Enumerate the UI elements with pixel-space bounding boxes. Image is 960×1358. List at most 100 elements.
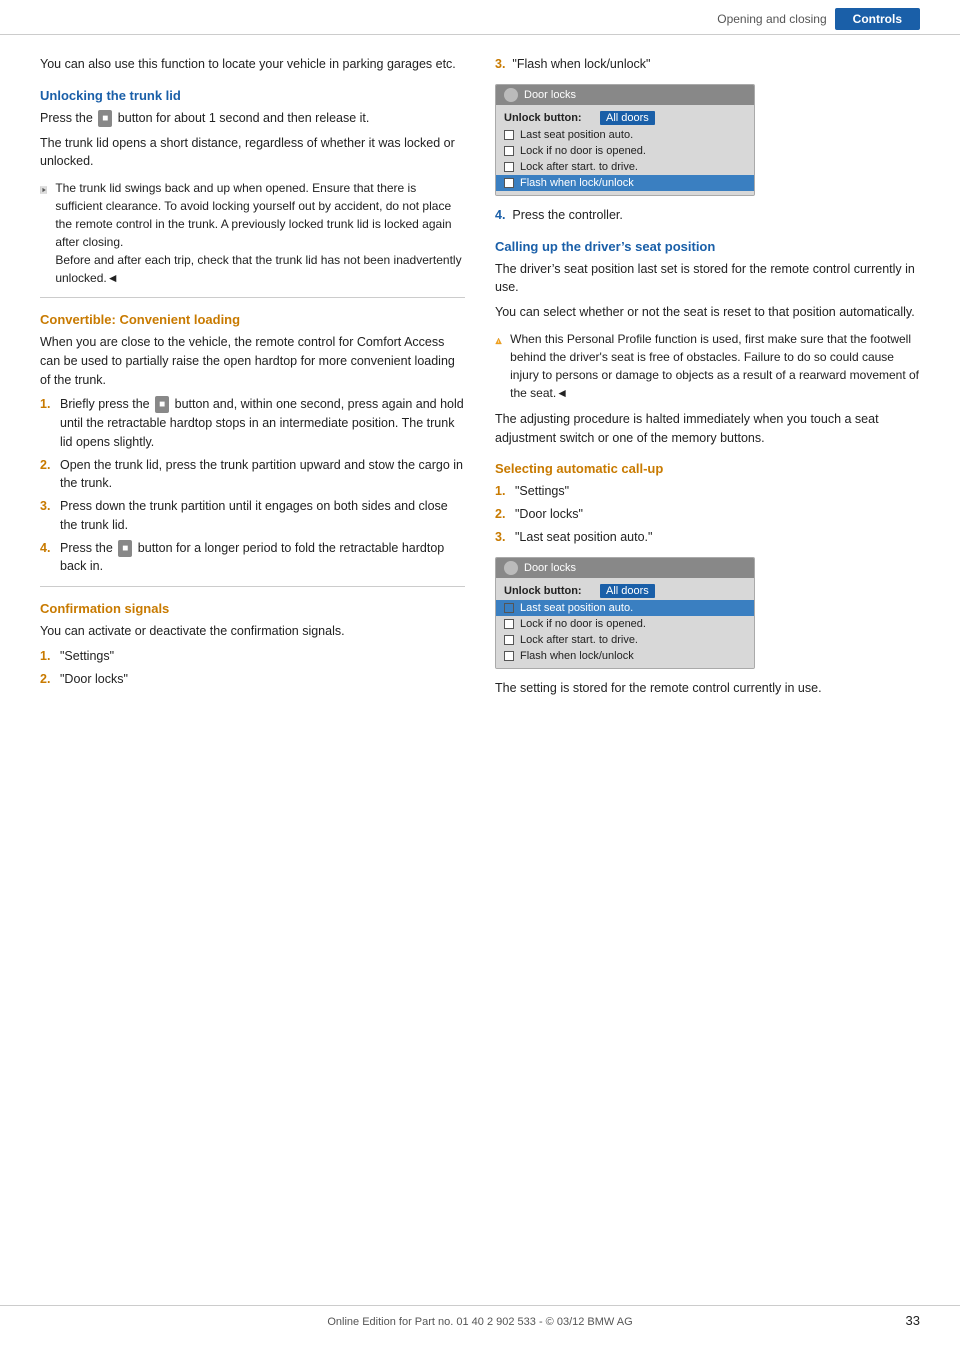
list-item: 2. "Door locks": [40, 670, 465, 689]
right-step3: 3. "Flash when lock/unlock": [495, 55, 920, 74]
ui-body-1: Unlock button: All doors Last seat posit…: [496, 105, 754, 195]
ui-row-unlock: Unlock button: All doors: [504, 109, 746, 127]
play-icon: [40, 179, 47, 201]
calling-para3: The adjusting procedure is halted immedi…: [495, 410, 920, 448]
step4-text: Press the controller.: [512, 208, 622, 222]
row-label-4: Flash when lock/unlock: [520, 177, 634, 189]
ui-header-1: Door locks: [496, 85, 754, 105]
note-box-trunk: The trunk lid swings back and up when op…: [40, 179, 465, 287]
section3-intro: You can activate or deactivate the confi…: [40, 622, 465, 641]
header-icon-1: [504, 88, 518, 102]
selecting-steps: 1. "Settings" 2. "Door locks" 3. "Last s…: [495, 482, 920, 546]
ui-row-4-highlight: Flash when lock/unlock: [496, 175, 754, 191]
page-number: 33: [906, 1313, 920, 1328]
ui-screenshot-1: Door locks Unlock button: All doors Last…: [495, 84, 755, 196]
checkbox-3: [504, 162, 514, 172]
unlock-value: All doors: [600, 111, 655, 125]
row2-label-3: Lock after start. to drive.: [520, 634, 638, 646]
list-item: 1. "Settings": [40, 647, 465, 666]
section-calling-heading: Calling up the driver’s seat position: [495, 239, 920, 254]
row2-label-4: Flash when lock/unlock: [520, 650, 634, 662]
step-num: 2.: [495, 505, 505, 524]
button-icon: ■: [98, 110, 112, 127]
section2-heading: Convertible: Convenient loading: [40, 312, 465, 327]
checkbox2-1: [504, 603, 514, 613]
section2-intro: When you are close to the vehicle, the r…: [40, 333, 465, 389]
row-label-1: Last seat position auto.: [520, 129, 633, 141]
step-num: 3.: [495, 528, 505, 547]
step-num: 1.: [40, 395, 50, 414]
warning-icon: !: [495, 330, 502, 352]
list-item: 4. Press the ■ button for a longer perio…: [40, 539, 465, 577]
step-num: 1.: [495, 482, 505, 501]
ui2-row-4: Flash when lock/unlock: [504, 648, 746, 664]
step-num: 2.: [40, 456, 50, 475]
checkbox-4: [504, 178, 514, 188]
divider2: [40, 586, 465, 587]
list-item: 1. "Settings": [495, 482, 920, 501]
step4-num: 4.: [495, 208, 505, 222]
header-bar: Opening and closing Controls: [0, 0, 960, 35]
step3-num: 3.: [495, 57, 505, 71]
unlock-value-2: All doors: [600, 584, 655, 598]
list-item: 1. Briefly press the ■ button and, withi…: [40, 395, 465, 451]
unlock-label: Unlock button:: [504, 112, 594, 124]
section1-para2: The trunk lid opens a short distance, re…: [40, 134, 465, 172]
section3-steps: 1. "Settings" 2. "Door locks": [40, 647, 465, 689]
ui2-row-3: Lock after start. to drive.: [504, 632, 746, 648]
section3-heading: Confirmation signals: [40, 601, 465, 616]
page-container: Opening and closing Controls You can als…: [0, 0, 960, 1358]
section-label: Opening and closing: [717, 12, 826, 26]
calling-para1: The driver’s seat position last set is s…: [495, 260, 920, 298]
row-label-3: Lock after start. to drive.: [520, 161, 638, 173]
warning-box: ! When this Personal Profile function is…: [495, 330, 920, 402]
footer-text: Online Edition for Part no. 01 40 2 902 …: [327, 1316, 632, 1328]
right-step4: 4. Press the controller.: [495, 206, 920, 225]
section2-steps: 1. Briefly press the ■ button and, withi…: [40, 395, 465, 576]
ui2-row-1-highlight: Last seat position auto.: [496, 600, 754, 616]
checkbox2-2: [504, 619, 514, 629]
section-selecting-heading: Selecting automatic call-up: [495, 461, 920, 476]
intro-text: You can also use this function to locate…: [40, 55, 465, 74]
ui-row-3: Lock after start. to drive.: [504, 159, 746, 175]
ui-body-2: Unlock button: All doors Last seat posit…: [496, 578, 754, 668]
calling-para2: You can select whether or not the seat i…: [495, 303, 920, 322]
section1-heading: Unlocking the trunk lid: [40, 88, 465, 103]
note-trunk-text: The trunk lid swings back and up when op…: [55, 179, 465, 287]
step-num: 4.: [40, 539, 50, 558]
closing-text: The setting is stored for the remote con…: [495, 679, 920, 698]
row-label-2: Lock if no door is opened.: [520, 145, 646, 157]
checkbox2-3: [504, 635, 514, 645]
step-num: 2.: [40, 670, 50, 689]
step-num: 1.: [40, 647, 50, 666]
ui-header-label-2: Door locks: [524, 562, 576, 574]
svg-text:!: !: [498, 340, 499, 344]
left-column: You can also use this function to locate…: [40, 55, 465, 703]
checkbox-1: [504, 130, 514, 140]
ui2-row-unlock: Unlock button: All doors: [504, 582, 746, 600]
footer: Online Edition for Part no. 01 40 2 902 …: [0, 1305, 960, 1328]
section1-para1: Press the ■ button for about 1 second an…: [40, 109, 465, 128]
row2-label-2: Lock if no door is opened.: [520, 618, 646, 630]
list-item: 2. "Door locks": [495, 505, 920, 524]
warning-text: When this Personal Profile function is u…: [510, 330, 920, 402]
ui-header-2: Door locks: [496, 558, 754, 578]
ui-screenshot-2: Door locks Unlock button: All doors Last…: [495, 557, 755, 669]
ui-row-1: Last seat position auto.: [504, 127, 746, 143]
step-num: 3.: [40, 497, 50, 516]
divider1: [40, 297, 465, 298]
row2-label-1: Last seat position auto.: [520, 602, 633, 614]
ui-header-label-1: Door locks: [524, 89, 576, 101]
ui-row-2: Lock if no door is opened.: [504, 143, 746, 159]
unlock-label-2: Unlock button:: [504, 585, 594, 597]
button-icon-2: ■: [155, 396, 169, 413]
ui2-row-2: Lock if no door is opened.: [504, 616, 746, 632]
list-item: 3. Press down the trunk partition until …: [40, 497, 465, 535]
controls-tab: Controls: [835, 8, 920, 30]
content-area: You can also use this function to locate…: [0, 35, 960, 763]
list-item: 2. Open the trunk lid, press the trunk p…: [40, 456, 465, 494]
checkbox-2: [504, 146, 514, 156]
step3-text: "Flash when lock/unlock": [512, 57, 650, 71]
right-column: 3. "Flash when lock/unlock" Door locks U…: [495, 55, 920, 703]
list-item: 3. "Last seat position auto.": [495, 528, 920, 547]
